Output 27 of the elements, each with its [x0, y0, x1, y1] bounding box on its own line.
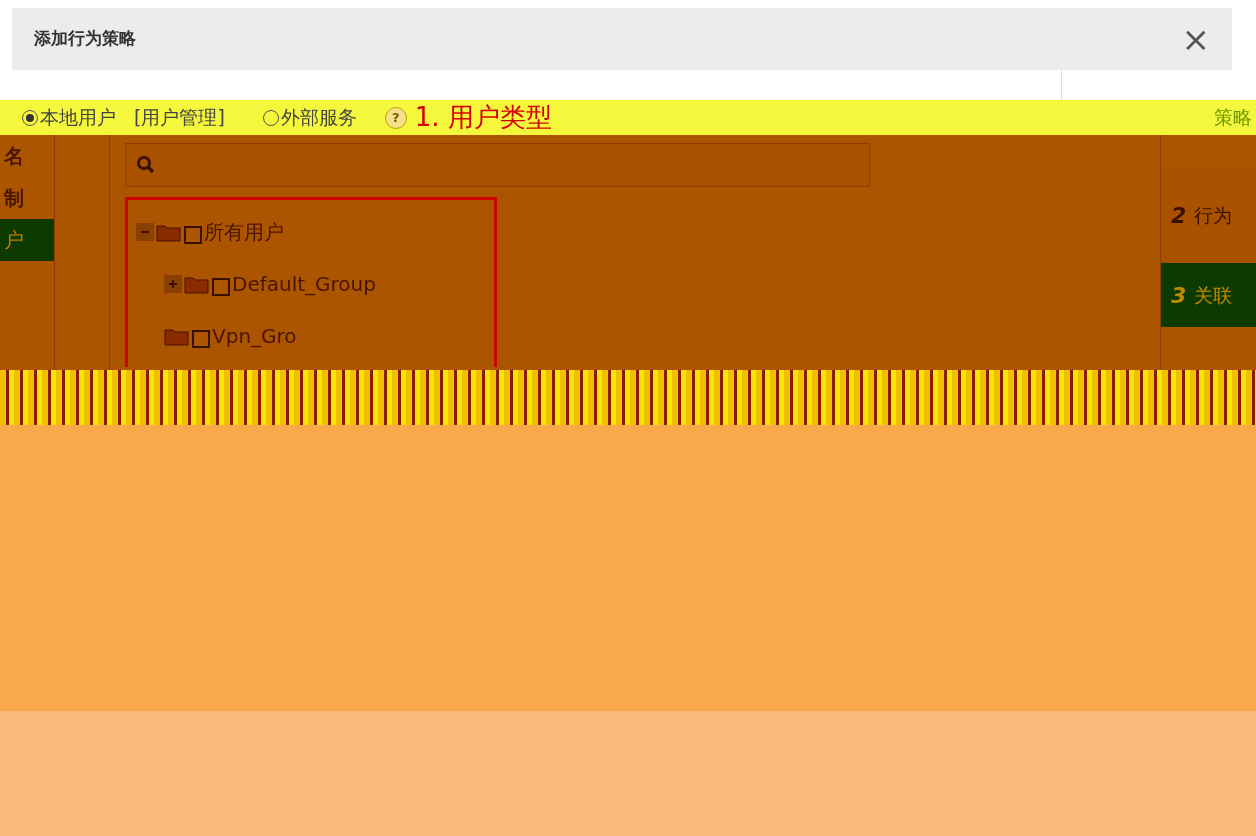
- menu-item[interactable]: 户: [0, 219, 54, 261]
- menu-item[interactable]: 制: [0, 177, 54, 219]
- step-tab[interactable]: 3 关联: [1161, 263, 1256, 327]
- tree-label[interactable]: Default_Group: [232, 269, 376, 299]
- tab-label[interactable]: 策略: [1214, 103, 1252, 132]
- folder-icon: [164, 326, 190, 346]
- checkbox[interactable]: [192, 330, 210, 348]
- tree-label[interactable]: 所有用户: [204, 217, 284, 247]
- tree-label[interactable]: Vpn_Gro: [212, 321, 297, 351]
- close-button[interactable]: ×: [1181, 22, 1210, 56]
- annotation-text: 1.: [414, 101, 440, 134]
- dialog-title: 添加行为策略: [34, 27, 136, 51]
- checkbox[interactable]: [212, 278, 230, 296]
- search-icon: [136, 155, 156, 175]
- expand-icon[interactable]: [164, 275, 182, 293]
- step-tab[interactable]: 2 行为: [1161, 167, 1256, 263]
- radio-option[interactable]: 本地用户: [22, 103, 116, 132]
- collapse-icon[interactable]: [136, 223, 154, 241]
- help-icon[interactable]: ?: [384, 106, 407, 129]
- radio-option[interactable]: 外部服务: [262, 103, 357, 132]
- menu-item[interactable]: 名: [0, 135, 54, 177]
- checkbox[interactable]: [184, 226, 202, 244]
- folder-icon: [156, 222, 182, 242]
- annotation-text: 用户类型: [447, 101, 552, 134]
- user-management-link[interactable]: [用户管理]: [134, 103, 225, 132]
- folder-icon: [184, 274, 210, 294]
- search-field[interactable]: [125, 143, 870, 187]
